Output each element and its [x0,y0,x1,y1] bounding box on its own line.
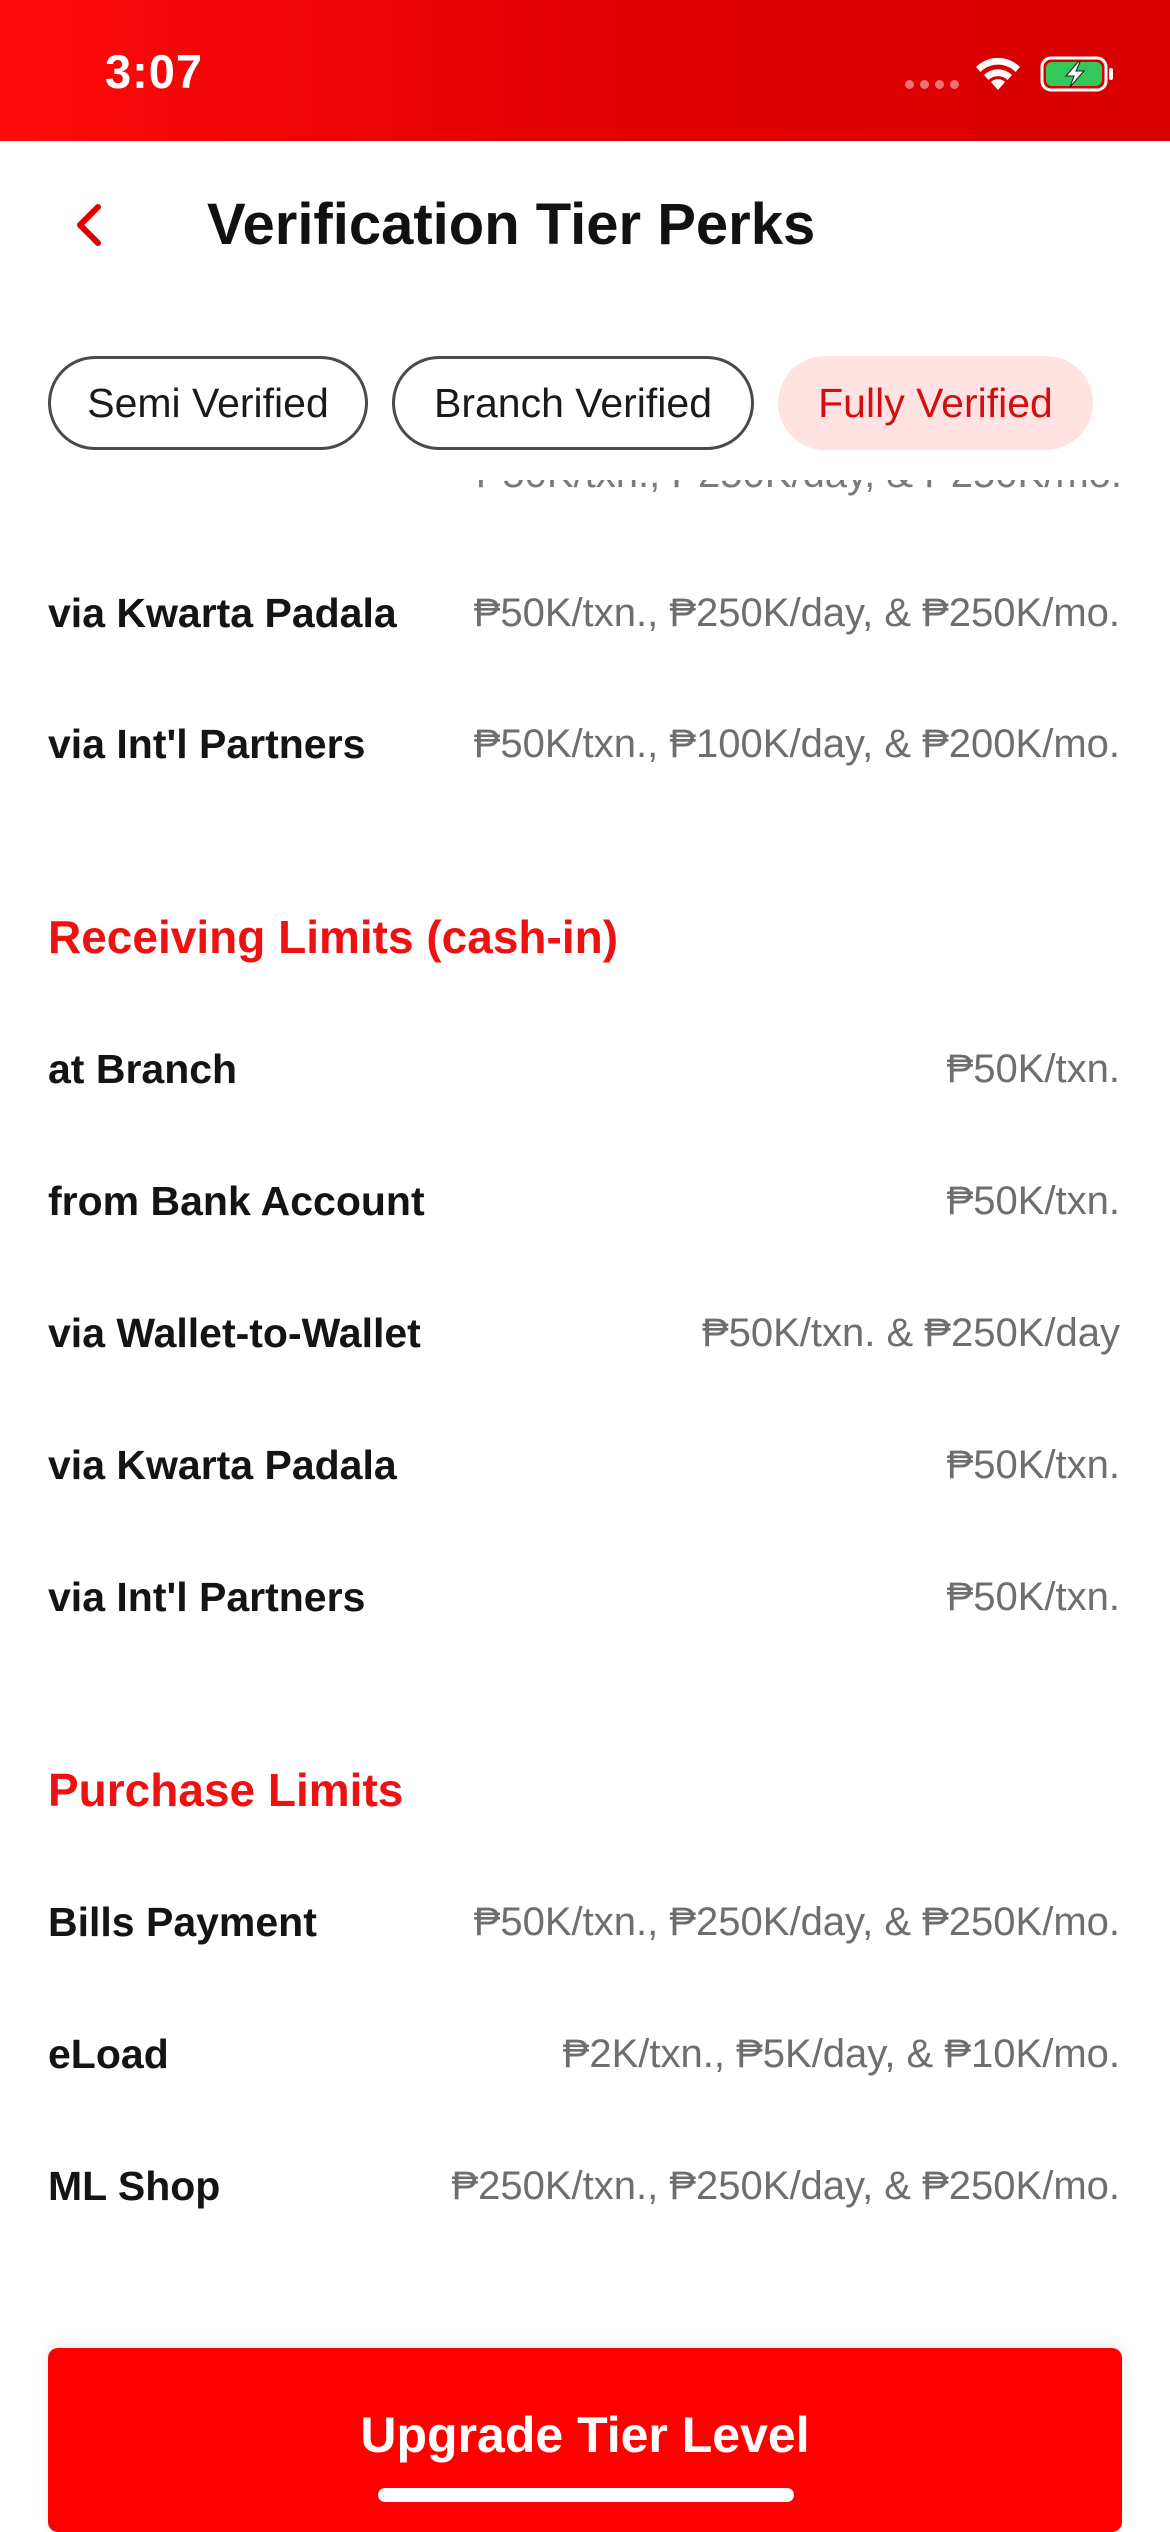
partial-row-value: ₱50K/txn., ₱250K/day, & ₱250K/mo. [476,480,1122,497]
tab-branch-verified[interactable]: Branch Verified [392,356,754,450]
tab-fully-verified[interactable]: Fully Verified [778,356,1093,450]
upgrade-tier-button[interactable]: Upgrade Tier Level [48,2348,1122,2532]
row-label: eLoad [48,2030,169,2077]
screen: 3:07 Verification Tier Perks Semi Verifi… [0,0,1170,2532]
row-label: at Branch [48,1045,238,1092]
section-heading-purchase: Purchase Limits [48,1764,404,1816]
row-value: ₱50K/txn., ₱250K/day, & ₱250K/mo. [473,1899,1120,1944]
row-label: via Kwarta Padala [48,589,397,636]
cellular-signal-icon [905,80,959,89]
home-indicator[interactable] [378,2488,794,2502]
row-label: via Kwarta Padala [48,1441,397,1488]
list-item: via Kwarta Padala ₱50K/txn., ₱250K/day, … [48,583,1120,643]
row-value: ₱250K/txn., ₱250K/day, & ₱250K/mo. [451,2163,1120,2208]
row-value: ₱50K/txn. & ₱250K/day [701,1310,1120,1355]
row-value: ₱50K/txn. [946,1046,1120,1091]
chevron-left-icon [77,204,101,246]
list-item: ML Shop ₱250K/txn., ₱250K/day, & ₱250K/m… [48,2156,1120,2216]
list-item: from Bank Account ₱50K/txn. [48,1171,1120,1231]
tab-semi-verified[interactable]: Semi Verified [48,356,368,450]
row-value: ₱2K/txn., ₱5K/day, & ₱10K/mo. [562,2031,1120,2076]
header: Verification Tier Perks [0,141,1170,311]
back-button[interactable] [60,195,120,255]
row-label: from Bank Account [48,1177,425,1224]
row-label: via Wallet-to-Wallet [48,1309,421,1356]
battery-charging-icon [1040,56,1113,92]
row-label: via Int'l Partners [48,720,366,767]
row-value: ₱50K/txn., ₱250K/day, & ₱250K/mo. [473,590,1120,635]
list-item: via Int'l Partners ₱50K/txn., ₱100K/day,… [48,714,1120,774]
list-item: Bills Payment ₱50K/txn., ₱250K/day, & ₱2… [48,1892,1120,1952]
list-item: eLoad ₱2K/txn., ₱5K/day, & ₱10K/mo. [48,2024,1120,2084]
list-item: via Kwarta Padala ₱50K/txn. [48,1435,1120,1495]
row-value: ₱50K/txn. [946,1178,1120,1223]
row-value: ₱50K/txn., ₱100K/day, & ₱200K/mo. [473,721,1120,766]
row-value: ₱50K/txn. [946,1442,1120,1487]
perks-content[interactable]: ₱50K/txn., ₱250K/day, & ₱250K/mo. via Kw… [0,480,1170,2310]
status-bar: 3:07 [0,0,1170,141]
wifi-icon [976,57,1020,90]
row-value: ₱50K/txn. [946,1574,1120,1619]
row-label: via Int'l Partners [48,1573,366,1620]
row-label: ML Shop [48,2162,221,2209]
row-label: Bills Payment [48,1898,317,1945]
page-title: Verification Tier Perks [207,192,816,257]
list-item: via Wallet-to-Wallet ₱50K/txn. & ₱250K/d… [48,1303,1120,1363]
status-time: 3:07 [105,45,204,98]
tier-tabs: Semi Verified Branch Verified Fully Veri… [48,356,1093,450]
section-heading-receiving: Receiving Limits (cash-in) [48,911,619,963]
list-item: via Int'l Partners ₱50K/txn. [48,1567,1120,1627]
list-item: at Branch ₱50K/txn. [48,1039,1120,1099]
